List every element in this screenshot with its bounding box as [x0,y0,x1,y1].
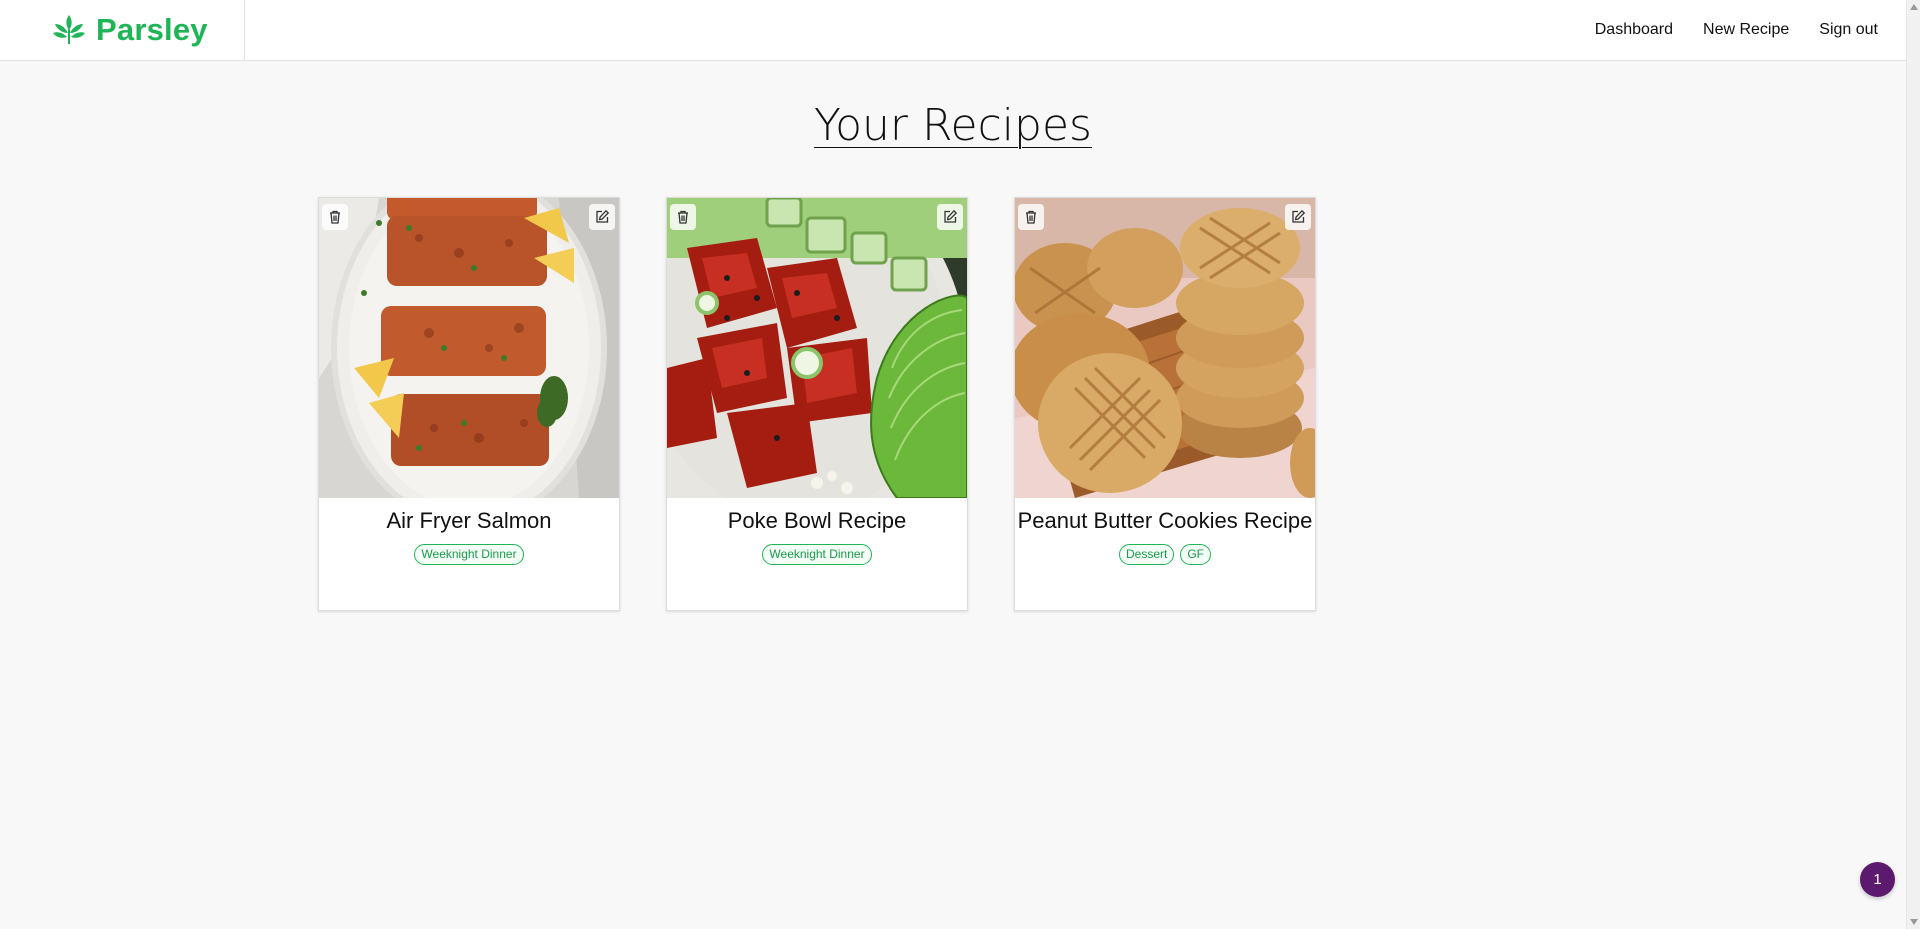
trash-icon [330,210,340,224]
recipe-tag: Dessert [1118,544,1175,565]
page-scrollbar[interactable] [1906,0,1920,929]
delete-recipe-button[interactable] [1018,204,1044,230]
peanut-butter-cookies-photo [1015,198,1315,498]
trash-icon [1026,210,1036,224]
brand-home-link[interactable]: Parsley [0,0,245,60]
recipe-tag: Weeknight Dinner [762,544,872,565]
edit-icon [1292,209,1306,223]
recipe-tags: Weeknight Dinner [667,544,967,565]
trash-icon [678,210,688,224]
nav-new-recipe-link[interactable]: New Recipe [1703,21,1789,39]
edit-icon [944,209,958,223]
edit-icon [596,209,610,223]
recipe-grid: Air Fryer Salmon Weeknight Dinner Poke B… [318,197,1316,611]
scroll-up-arrow-icon[interactable] [1910,4,1918,10]
page-title: Your Recipes [814,100,1092,151]
recipe-title: Poke Bowl Recipe [727,508,907,533]
brand-name: Parsley [96,12,208,47]
recipe-title: Air Fryer Salmon [386,508,552,533]
poke-bowl-photo [667,198,967,498]
parsley-leaf-icon [53,15,85,44]
notification-badge[interactable]: 1 [1860,862,1895,897]
scroll-down-arrow-icon[interactable] [1910,919,1918,925]
recipe-tags: Dessert GF [1015,544,1315,565]
recipe-tag: GF [1180,544,1211,565]
top-navbar: Parsley Dashboard New Recipe Sign out [0,0,1906,61]
recipe-title: Peanut Butter Cookies Recipe [1017,508,1313,533]
delete-recipe-button[interactable] [322,204,348,230]
nav-sign-out-link[interactable]: Sign out [1819,21,1878,39]
edit-recipe-button[interactable] [937,204,963,230]
recipe-tag: Weeknight Dinner [414,544,524,565]
recipe-card[interactable]: Peanut Butter Cookies Recipe Dessert GF [1014,197,1316,611]
recipe-tags: Weeknight Dinner [319,544,619,565]
page: Parsley Dashboard New Recipe Sign out Yo… [0,0,1920,929]
delete-recipe-button[interactable] [670,204,696,230]
recipe-card[interactable]: Air Fryer Salmon Weeknight Dinner [318,197,620,611]
edit-recipe-button[interactable] [1285,204,1311,230]
edit-recipe-button[interactable] [589,204,615,230]
salmon-fillets-photo [319,198,619,498]
recipe-card[interactable]: Poke Bowl Recipe Weeknight Dinner [666,197,968,611]
nav-dashboard-link[interactable]: Dashboard [1595,21,1673,39]
main-nav: Dashboard New Recipe Sign out [1595,0,1906,60]
